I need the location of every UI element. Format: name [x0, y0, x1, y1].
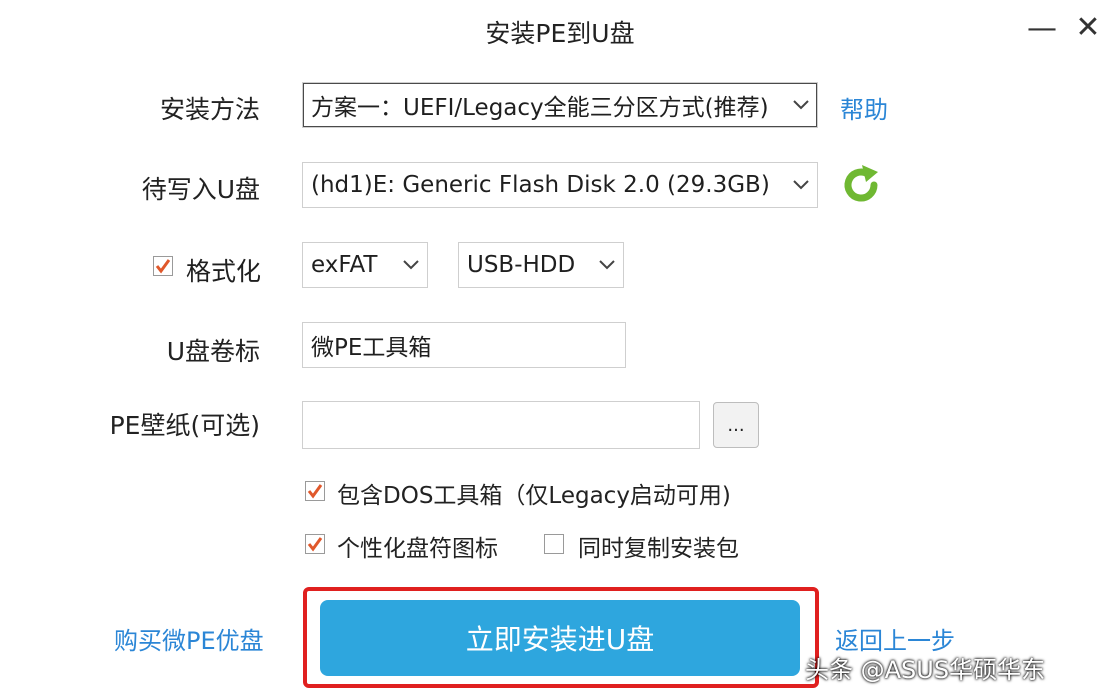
refresh-icon[interactable] [838, 162, 884, 208]
volume-label-value: 微PE工具箱 [311, 335, 432, 361]
close-button[interactable]: ✕ [1068, 13, 1108, 49]
copy-package-checkbox[interactable] [544, 534, 564, 554]
target-disk-value: (hd1)E: Generic Flash Disk 2.0 (29.3GB) [311, 172, 770, 198]
install-method-label: 安装方法 [159, 95, 260, 124]
window-title: 安装PE到U盘 [485, 19, 635, 48]
buy-link[interactable]: 购买微PE优盘 [114, 621, 264, 656]
boot-mode-select[interactable]: USB-HDD [458, 242, 624, 288]
browse-button[interactable]: ... [713, 402, 759, 448]
dos-toolbox-checkbox[interactable] [305, 481, 325, 501]
dos-toolbox-label: 包含DOS工具箱（仅Legacy启动可用) [337, 483, 731, 509]
install-method-value: 方案一：UEFI/Legacy全能三分区方式(推荐) [311, 95, 769, 121]
chevron-down-icon [785, 180, 817, 190]
format-checkbox[interactable] [153, 256, 173, 276]
install-method-select[interactable]: 方案一：UEFI/Legacy全能三分区方式(推荐) [302, 82, 818, 128]
filesystem-select[interactable]: exFAT [302, 242, 428, 288]
copy-package-label: 同时复制安装包 [578, 536, 739, 562]
wallpaper-label: PE壁纸(可选) [109, 411, 260, 440]
chevron-down-icon [395, 260, 427, 270]
filesystem-value: exFAT [311, 252, 378, 278]
wallpaper-input[interactable] [302, 401, 700, 449]
volume-label-input[interactable]: 微PE工具箱 [302, 322, 626, 368]
chevron-down-icon [591, 260, 623, 270]
format-label: 格式化 [186, 257, 262, 286]
watermark: 头条 @ASUS华硕华东 [805, 656, 1046, 684]
custom-icons-label: 个性化盘符图标 [337, 536, 498, 562]
chevron-down-icon [785, 100, 817, 110]
boot-mode-value: USB-HDD [467, 252, 576, 278]
help-link[interactable]: 帮助 [840, 90, 888, 125]
target-disk-label: 待写入U盘 [141, 175, 260, 204]
minimize-button[interactable]: — [1022, 14, 1062, 50]
custom-icons-checkbox[interactable] [305, 534, 325, 554]
target-disk-select[interactable]: (hd1)E: Generic Flash Disk 2.0 (29.3GB) [302, 162, 818, 208]
volume-label-label: U盘卷标 [166, 337, 260, 366]
install-button[interactable]: 立即安装进U盘 [320, 600, 800, 676]
